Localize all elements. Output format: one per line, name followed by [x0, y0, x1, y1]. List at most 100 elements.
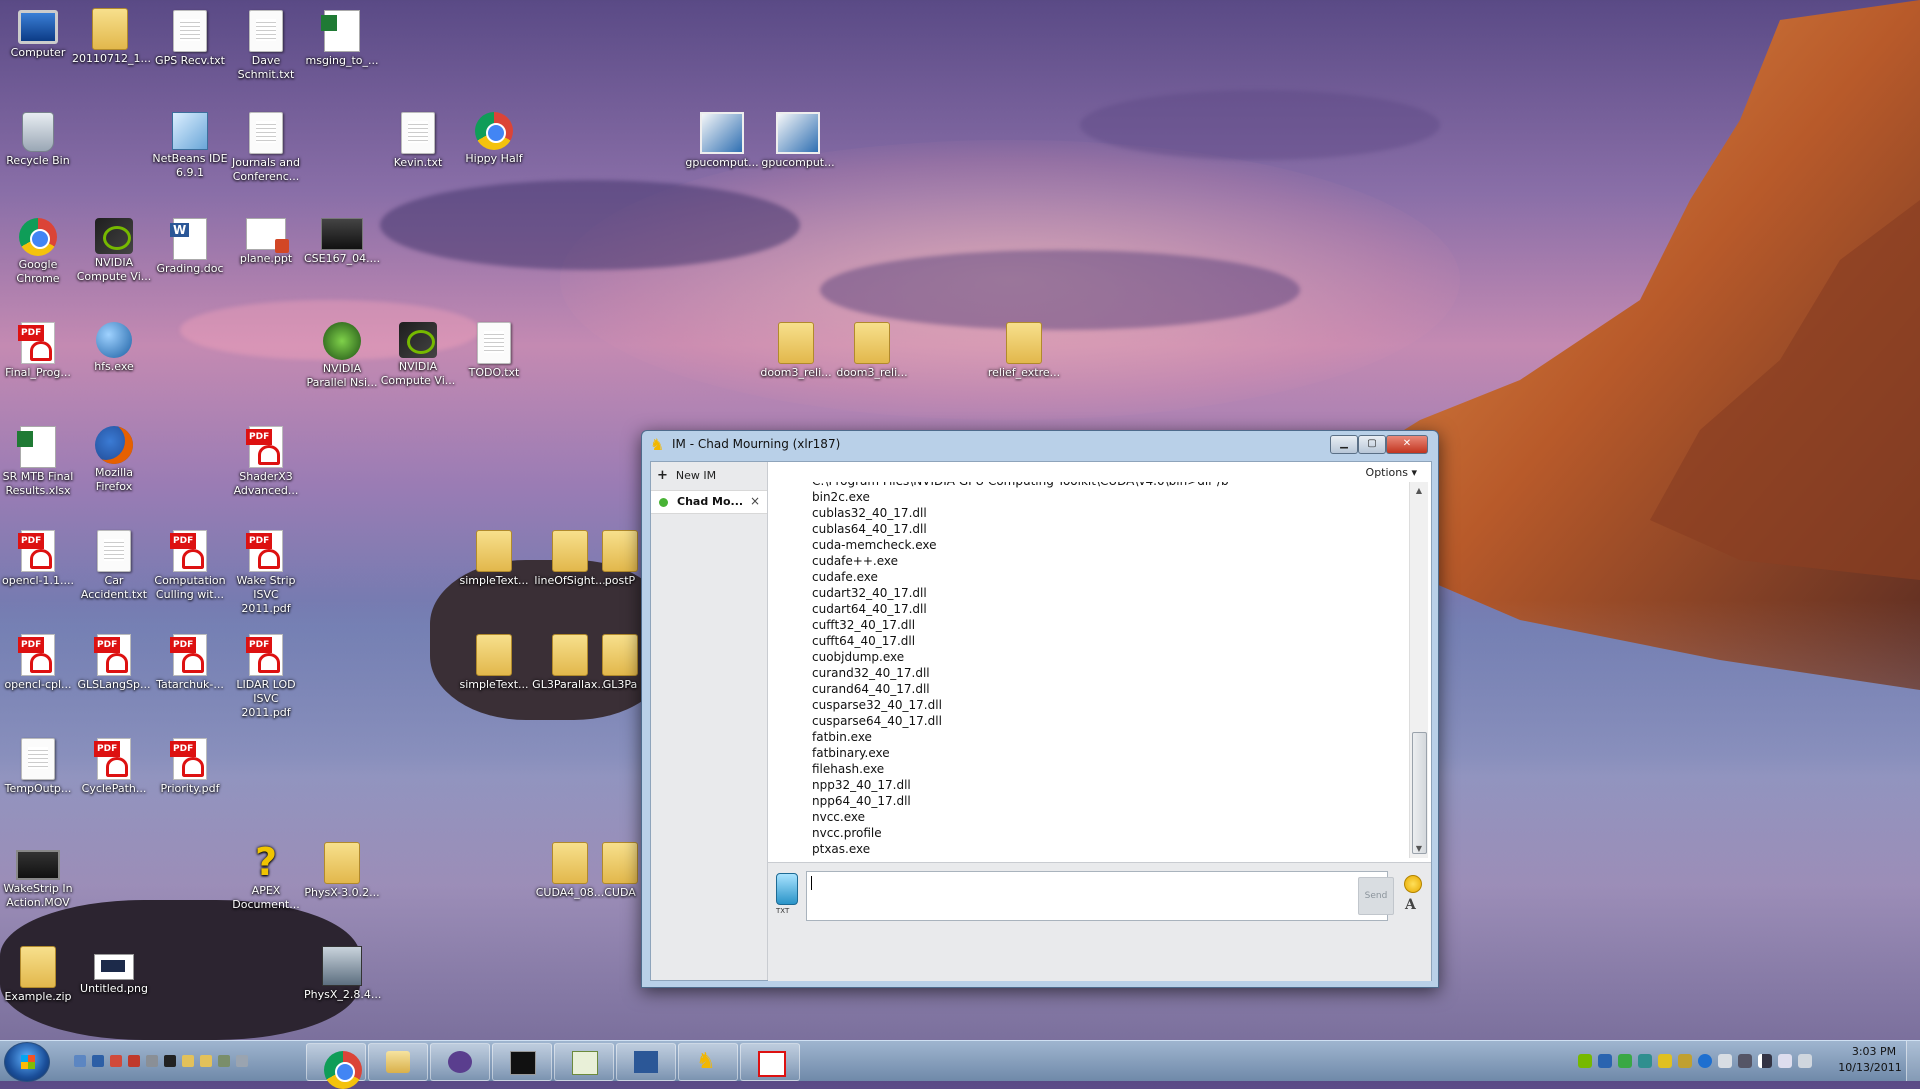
device-tray-icon[interactable]: [1718, 1054, 1732, 1068]
desktop-icon-relief-extreme[interactable]: relief_extre...: [986, 322, 1062, 380]
clock-time[interactable]: 3:03 PM: [1844, 1045, 1904, 1058]
scrollbar-thumb[interactable]: [1412, 732, 1427, 854]
desktop-icon-nvidia-compute-1[interactable]: NVIDIA Compute Vi...: [76, 218, 152, 284]
desktop-icon-doom3-1[interactable]: doom3_reli...: [758, 322, 834, 380]
desktop-icon-gl3pa[interactable]: GL3Pa: [600, 634, 640, 692]
desktop-icon-folder[interactable]: 20110712_1...: [72, 8, 151, 66]
new-im-button[interactable]: + New IM: [657, 468, 716, 483]
scroll-up-icon[interactable]: ▲: [1412, 484, 1426, 498]
close-button[interactable]: ✕: [1386, 435, 1428, 454]
desktop-icon-cuda4[interactable]: CUDA4_08...: [532, 842, 608, 900]
desktop-icon-physx-284[interactable]: PhysX_2.8.4...: [304, 946, 381, 1002]
desktop-icon-lineofsight[interactable]: lineOfSight...: [532, 530, 608, 588]
folder2-quicklaunch-icon[interactable]: [200, 1055, 212, 1067]
desktop-icon-msging[interactable]: msging_to_...: [304, 10, 380, 68]
im-titlebar[interactable]: ♞ IM - Chad Mourning (xlr187) ▁ ▢ ✕: [642, 431, 1438, 459]
desktop-icon-priority[interactable]: Priority.pdf: [152, 738, 228, 796]
taskbar-aim[interactable]: ♞: [678, 1043, 738, 1081]
app-tray-icon[interactable]: [1598, 1054, 1612, 1068]
desktop-icon-simpletext-1[interactable]: simpleText...: [456, 530, 532, 588]
desktop-icon-lidar-lod[interactable]: LIDAR LOD ISVC 2011.pdf: [228, 634, 304, 720]
nvidia-tray-icon[interactable]: [1578, 1054, 1592, 1068]
im-window[interactable]: ♞ IM - Chad Mourning (xlr187) ▁ ▢ ✕ + New…: [641, 430, 1439, 988]
desktop-icon-tempoutput[interactable]: TempOutp...: [0, 738, 76, 796]
smiley-icon[interactable]: [1404, 875, 1422, 893]
desktop-icon-tatarchuk[interactable]: Tatarchuk-...: [152, 634, 228, 692]
desktop-icon-sr-mtb[interactable]: SR MTB Final Results.xlsx: [0, 426, 76, 498]
chrome-quicklaunch-icon[interactable]: [110, 1055, 122, 1067]
options-menu[interactable]: Options ▾: [1366, 466, 1417, 479]
folder-quicklaunch-icon[interactable]: [182, 1055, 194, 1067]
desktop-icon-hfs[interactable]: hfs.exe: [76, 322, 152, 374]
aim-tray-icon[interactable]: [1658, 1054, 1672, 1068]
desktop-icon-computer[interactable]: Computer: [0, 10, 76, 60]
monitor-quicklaunch-icon[interactable]: [92, 1055, 104, 1067]
taskbar-acrobat[interactable]: [740, 1043, 800, 1081]
tab-close-icon[interactable]: ×: [750, 494, 760, 508]
taskbar-word[interactable]: [616, 1043, 676, 1081]
desktop-icon-physx-302[interactable]: PhysX-3.0.2...: [304, 842, 380, 900]
desktop-icon-nvidia-nsight[interactable]: NVIDIA Parallel Nsi...: [304, 322, 380, 390]
desktop-icon-gpucomputing-1[interactable]: gpucomput...: [684, 112, 760, 170]
font-format-icon[interactable]: A: [1405, 897, 1416, 913]
desktop-icon-wakestrip-mov[interactable]: WakeStrip In Action.MOV: [0, 850, 76, 910]
desktop-icon-untitled-png[interactable]: Untitled.png: [76, 954, 152, 996]
cmd-quicklaunch-icon[interactable]: [164, 1055, 176, 1067]
desktop-icon-cuda[interactable]: CUDA: [600, 842, 640, 900]
desktop-icon-google-chrome[interactable]: Google Chrome: [0, 218, 76, 286]
desktop-icon-grading[interactable]: Grading.doc: [152, 218, 228, 276]
conversation-tab[interactable]: Chad Mo... ×: [651, 490, 767, 514]
taskbar-chrome[interactable]: [306, 1043, 366, 1089]
taskbar-command-prompt[interactable]: [492, 1043, 552, 1081]
desktop-icon-apex-doc[interactable]: ? APEX Document...: [228, 842, 304, 912]
scroll-down-icon[interactable]: ▼: [1412, 842, 1426, 856]
desktop-icon-opencl-11[interactable]: opencl-1.1....: [0, 530, 76, 588]
action-center-flag-icon[interactable]: [1798, 1054, 1812, 1068]
desktop-icon-final-prog[interactable]: Final_Prog...: [0, 322, 76, 380]
desktop-icon-computation-culling[interactable]: Computation Culling wit...: [152, 530, 228, 602]
program-quicklaunch-icon[interactable]: [218, 1055, 230, 1067]
power-tray-icon[interactable]: [1738, 1054, 1752, 1068]
taskbar-notepad[interactable]: [554, 1043, 614, 1081]
show-desktop-quicklaunch-icon[interactable]: [74, 1055, 86, 1067]
desktop-icon-simpletext-2[interactable]: simpleText...: [456, 634, 532, 692]
desktop-icon-gpucomputing-2[interactable]: gpucomput...: [760, 112, 836, 170]
desktop-icon-cse167[interactable]: CSE167_04....: [304, 218, 380, 266]
desktop-icon-todo[interactable]: TODO.txt: [456, 322, 532, 380]
desktop-icon-glslangspec[interactable]: GLSLangSp...: [76, 634, 152, 692]
desktop-icon-journals[interactable]: Journals and Conferenc...: [228, 112, 304, 184]
chat-scrollbar[interactable]: ▲ ▼: [1409, 482, 1428, 858]
filezilla-quicklaunch-icon[interactable]: [128, 1055, 140, 1067]
clock-date[interactable]: 10/13/2011: [1836, 1061, 1904, 1074]
desktop-icon-nvidia-compute-2[interactable]: NVIDIA Compute Vi...: [380, 322, 456, 388]
desktop-icon-car-accident[interactable]: Car Accident.txt: [76, 530, 152, 602]
desktop-icon-example-zip[interactable]: Example.zip: [0, 946, 76, 1004]
desktop-icon-opencl-cpl[interactable]: opencl-cpl...: [0, 634, 76, 692]
network-quicklaunch-icon[interactable]: [146, 1055, 158, 1067]
bluetooth-tray-icon[interactable]: [1698, 1054, 1712, 1068]
desktop-icon-gl3parallax[interactable]: GL3Parallax...: [532, 634, 608, 692]
desktop-icon-cyclepath[interactable]: CyclePath...: [76, 738, 152, 796]
phone-icon[interactable]: [776, 873, 798, 905]
desktop-icon-gps-recv[interactable]: GPS Recv.txt: [152, 10, 228, 68]
desktop-icon-dave-schmit[interactable]: Dave Schmit.txt: [228, 10, 304, 82]
desktop-icon-doom3-2[interactable]: doom3_reli...: [834, 322, 910, 380]
desktop-icon-wake-strip[interactable]: Wake Strip ISVC 2011.pdf: [228, 530, 304, 616]
show-desktop-button[interactable]: [1906, 1041, 1920, 1081]
desktop-icon-kevin[interactable]: Kevin.txt: [380, 112, 456, 170]
desktop-icon-firefox[interactable]: Mozilla Firefox: [76, 426, 152, 494]
desktop-icon-netbeans[interactable]: NetBeans IDE 6.9.1: [152, 112, 228, 180]
desktop-icon-hippy-half[interactable]: Hippy Half: [456, 112, 532, 166]
tool-quicklaunch-icon[interactable]: [236, 1055, 248, 1067]
desktop-icon-plane-ppt[interactable]: plane.ppt: [228, 218, 304, 266]
send-button[interactable]: Send: [1358, 877, 1394, 915]
security-tray-icon[interactable]: [1618, 1054, 1632, 1068]
sync-tray-icon[interactable]: [1638, 1054, 1652, 1068]
network-signal-icon[interactable]: [1758, 1054, 1772, 1068]
volume-icon[interactable]: [1778, 1054, 1792, 1068]
desktop-icon-recycle-bin[interactable]: Recycle Bin: [0, 112, 76, 168]
start-button[interactable]: [4, 1042, 50, 1082]
taskbar-explorer[interactable]: [368, 1043, 428, 1081]
maximize-button[interactable]: ▢: [1358, 435, 1386, 454]
desktop-icon-shaderx3[interactable]: ShaderX3 Advanced...: [228, 426, 304, 498]
